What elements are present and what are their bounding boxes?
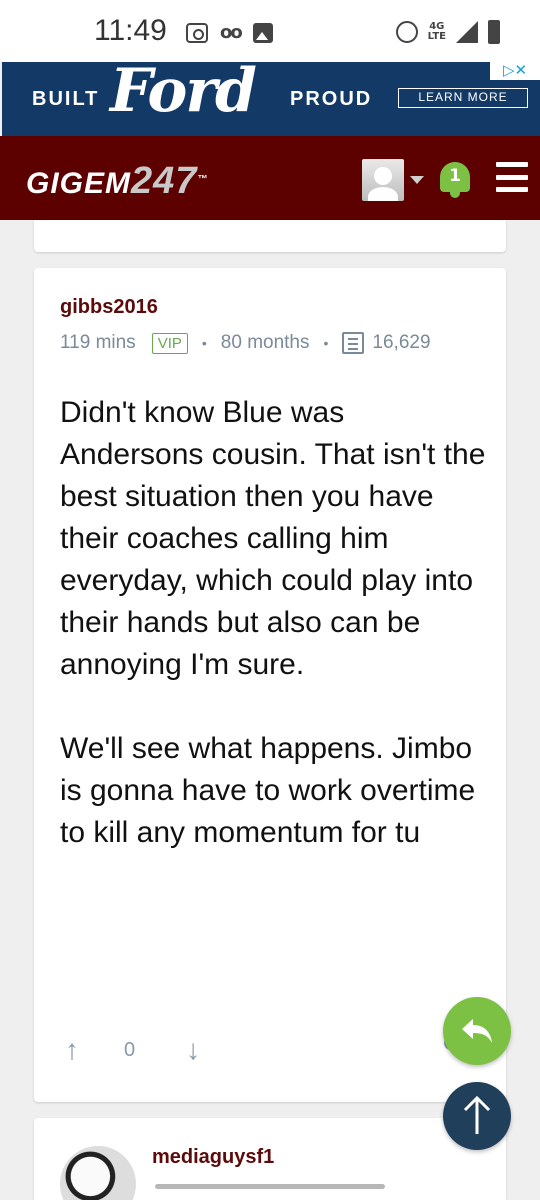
post-username[interactable]: mediaguysf1 [152, 1146, 274, 1169]
post-meta: 119 mins VIP • 80 months • 16,629 [60, 332, 431, 354]
vote-row: ↑ 0 ↓ [60, 1034, 205, 1066]
upvote-icon[interactable]: ↑ [60, 1034, 84, 1066]
ad-right-text: PROUD [290, 88, 373, 110]
alarm-icon [395, 21, 418, 43]
scroll-to-top-button[interactable] [443, 1082, 511, 1150]
vote-count: 0 [124, 1038, 136, 1061]
battery-icon [488, 20, 500, 44]
post-paragraph: Didn't know Blue was Andersons cousin. T… [60, 396, 486, 681]
clock: 11:49 [94, 14, 167, 47]
reply-button[interactable] [443, 997, 511, 1065]
status-bar: 11:49 oo 4G LTE [0, 0, 540, 62]
logo-number: 247 [131, 160, 198, 202]
ad-choices-icon[interactable]: ▷✕ [490, 62, 540, 80]
site-logo[interactable]: GIGEM247™ [26, 160, 208, 203]
downvote-icon[interactable]: ↓ [181, 1034, 205, 1066]
trademark: ™ [197, 174, 209, 185]
post-paragraph: We'll see what happens. Jimbo is gonna h… [60, 732, 476, 849]
arrow-up-icon [463, 1096, 491, 1134]
learn-more-button[interactable]: LEARN MORE [398, 88, 528, 108]
posts-icon [342, 332, 365, 354]
member-tenure: 80 months [220, 332, 310, 353]
ad-left-text: BUILT [32, 88, 100, 110]
camera-icon [186, 22, 208, 43]
separator-dot: • [201, 335, 207, 351]
post-time: 119 mins [60, 332, 136, 353]
logo-text: GIGEM [26, 167, 132, 200]
post-card: gibbs2016 119 mins VIP • 80 months • 16,… [34, 268, 506, 1102]
previous-post-card [34, 220, 506, 252]
signal-icon [456, 21, 478, 43]
network-type: 4G LTE [427, 21, 446, 42]
voicemail-icon: oo [220, 22, 243, 43]
notification-count: 1 [449, 166, 461, 186]
post-count: 16,629 [372, 332, 431, 353]
reply-icon [462, 1019, 492, 1043]
ford-logo: Ford [110, 62, 257, 126]
gesture-navigation-bar[interactable] [155, 1184, 385, 1189]
user-avatar[interactable] [362, 159, 404, 201]
image-icon [252, 22, 273, 43]
vip-badge: VIP [151, 332, 188, 354]
avatar[interactable] [60, 1146, 136, 1200]
chevron-down-icon[interactable] [410, 176, 424, 184]
notifications-bell-icon[interactable]: 1 [438, 158, 472, 200]
post-username[interactable]: gibbs2016 [60, 296, 158, 319]
menu-icon[interactable] [496, 162, 528, 192]
post-body: Didn't know Blue was Andersons cousin. T… [60, 392, 490, 896]
separator-dot: • [323, 335, 329, 351]
ad-banner[interactable]: BUILT Ford PROUD LEARN MORE ▷✕ [2, 62, 540, 136]
